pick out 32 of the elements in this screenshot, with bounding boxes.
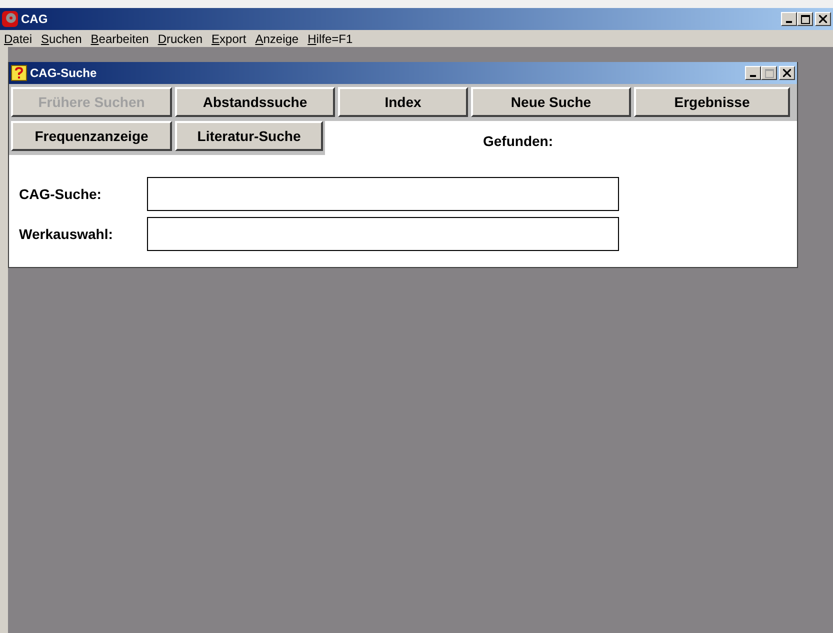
found-label: Gefunden: [483,132,553,151]
menu-item[interactable]: Hilfe=F1 [308,30,353,48]
close-icon [819,15,827,23]
window-title: CAG-Suche [30,65,97,82]
help-icon [11,65,27,81]
input-field[interactable] [147,177,619,211]
minimize-button[interactable] [781,12,797,26]
field-label: CAG-Suche: [18,184,102,204]
close-button[interactable] [779,66,795,80]
maximize-icon [764,68,774,78]
menu-item[interactable]: Datei [4,30,32,48]
menu-item[interactable]: Suchen [41,30,82,48]
maximize-icon [800,14,810,24]
minimize-button[interactable] [745,66,761,80]
menu-item[interactable]: Drucken [158,30,203,48]
toolbar-button[interactable]: Literatur-Suche [175,121,323,151]
field-label: Werkauswahl: [18,224,114,244]
window-title: CAG [21,11,48,28]
toolbar-button[interactable]: Neue Suche [471,87,631,117]
toolbar-button[interactable]: Frequenzanzeige [11,121,172,151]
toolbar-button[interactable]: Abstandssuche [175,87,335,117]
maximize-button[interactable] [797,12,813,26]
close-button[interactable] [815,12,831,26]
menu-item[interactable]: Bearbeiten [90,30,149,48]
close-icon [783,69,791,77]
toolbar-button[interactable]: Index [338,87,468,117]
toolbar-button[interactable]: Ergebnisse [634,87,790,117]
menu-item[interactable]: Anzeige [255,30,299,48]
maximize-button[interactable] [761,66,777,80]
menu-item[interactable]: Export [212,30,246,48]
input-field[interactable] [147,217,619,251]
app-icon [2,11,18,27]
